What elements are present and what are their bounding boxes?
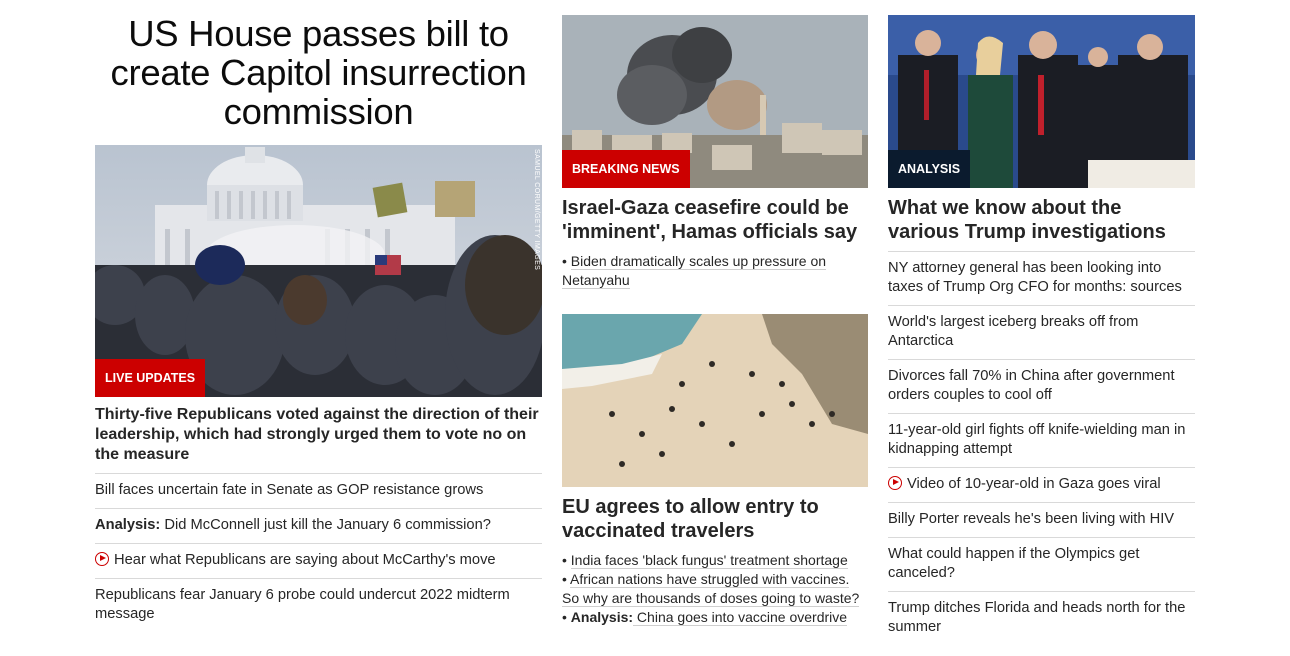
eu-sublinks: • India faces 'black fungus' treatment s… xyxy=(562,551,868,627)
beach-image-link[interactable] xyxy=(562,314,868,487)
gaza-headline[interactable]: Israel-Gaza ceasefire could be 'imminent… xyxy=(562,196,868,244)
list-item[interactable]: Trump ditches Florida and heads north fo… xyxy=(888,591,1195,645)
list-item[interactable]: Hear what Republicans are saying about M… xyxy=(95,543,542,578)
sublink-text[interactable]: India faces 'black fungus' treatment sho… xyxy=(570,552,848,569)
trump-image-link[interactable]: ANALYSIS xyxy=(888,15,1195,188)
image-credit: SAMUEL CORUM/GETTY IMAGES xyxy=(533,149,540,271)
sublink-text[interactable]: China goes into vaccine overdrive xyxy=(633,609,848,626)
gaza-image-link[interactable]: BREAKING NEWS xyxy=(562,15,868,188)
sublink-text[interactable]: Biden dramatically scales up pressure on… xyxy=(562,253,827,289)
list-item[interactable]: Analysis: Did McConnell just kill the Ja… xyxy=(95,508,542,543)
sublink[interactable]: • India faces 'black fungus' treatment s… xyxy=(562,551,868,570)
play-video-icon xyxy=(888,476,902,490)
story-link-text[interactable]: World's largest iceberg breaks off from … xyxy=(888,314,1138,349)
related-link-text[interactable]: Did McConnell just kill the January 6 co… xyxy=(160,517,491,533)
story-link-text[interactable]: 11-year-old girl fights off knife-wieldi… xyxy=(888,422,1185,457)
list-item[interactable]: Billy Porter reveals he's been living wi… xyxy=(888,502,1195,537)
sublink[interactable]: • Analysis: China goes into vaccine over… xyxy=(562,608,868,627)
related-links-list: Bill faces uncertain fate in Senate as G… xyxy=(95,473,542,632)
beach-crowd-image xyxy=(562,314,868,487)
story-link-text[interactable]: Video of 10-year-old in Gaza goes viral xyxy=(907,476,1161,492)
more-stories-list: NY attorney general has been looking int… xyxy=(888,251,1195,645)
lead-summary-link[interactable]: Thirty-five Republicans voted against th… xyxy=(95,405,542,465)
story-link-text[interactable]: Divorces fall 70% in China after governm… xyxy=(888,368,1175,403)
breaking-news-badge: BREAKING NEWS xyxy=(562,150,690,188)
analysis-badge: ANALYSIS xyxy=(888,150,971,188)
bullet: • xyxy=(562,253,571,269)
related-link-text[interactable]: Bill faces uncertain fate in Senate as G… xyxy=(95,482,483,498)
lead-image-link[interactable]: SAMUEL CORUM/GETTY IMAGES LIVE UPDATES xyxy=(95,145,542,397)
related-link-text[interactable]: Republicans fear January 6 probe could u… xyxy=(95,587,510,622)
story-link-text[interactable]: Trump ditches Florida and heads north fo… xyxy=(888,600,1185,635)
trump-investigations-headline[interactable]: What we know about the various Trump inv… xyxy=(888,196,1195,244)
analysis-prefix: Analysis: xyxy=(95,517,161,533)
list-item[interactable]: Bill faces uncertain fate in Senate as G… xyxy=(95,473,542,508)
list-item[interactable]: 11-year-old girl fights off knife-wieldi… xyxy=(888,413,1195,467)
gaza-sublinks: • Biden dramatically scales up pressure … xyxy=(562,252,868,290)
play-video-icon xyxy=(95,552,109,566)
list-item[interactable]: What could happen if the Olympics get ca… xyxy=(888,537,1195,591)
list-item[interactable]: Republicans fear January 6 probe could u… xyxy=(95,578,542,632)
sublink-text[interactable]: African nations have struggled with vacc… xyxy=(562,571,860,607)
bullet: • xyxy=(562,571,571,587)
list-item[interactable]: World's largest iceberg breaks off from … xyxy=(888,305,1195,359)
story-link-text[interactable]: NY attorney general has been looking int… xyxy=(888,260,1182,295)
live-updates-badge: LIVE UPDATES xyxy=(95,359,206,397)
bullet: • xyxy=(562,552,571,568)
eu-travel-headline[interactable]: EU agrees to allow entry to vaccinated t… xyxy=(562,495,868,543)
middle-column: BREAKING NEWS Israel-Gaza ceasefire coul… xyxy=(562,0,868,627)
list-item[interactable]: Video of 10-year-old in Gaza goes viral xyxy=(888,467,1195,502)
bullet: • xyxy=(562,609,571,625)
sublink[interactable]: • African nations have struggled with va… xyxy=(562,570,868,608)
story-link-text[interactable]: What could happen if the Olympics get ca… xyxy=(888,546,1139,581)
list-item[interactable]: Divorces fall 70% in China after governm… xyxy=(888,359,1195,413)
list-item[interactable]: NY attorney general has been looking int… xyxy=(888,251,1195,305)
analysis-prefix: Analysis: xyxy=(570,609,634,625)
story-link-text[interactable]: Billy Porter reveals he's been living wi… xyxy=(888,511,1174,527)
lead-headline[interactable]: US House passes bill to create Capitol i… xyxy=(95,14,542,131)
lead-story-column: US House passes bill to create Capitol i… xyxy=(95,0,542,632)
sublink[interactable]: • Biden dramatically scales up pressure … xyxy=(562,252,868,290)
related-link-text[interactable]: Hear what Republicans are saying about M… xyxy=(114,552,496,568)
right-column: ANALYSIS What we know about the various … xyxy=(888,0,1195,645)
